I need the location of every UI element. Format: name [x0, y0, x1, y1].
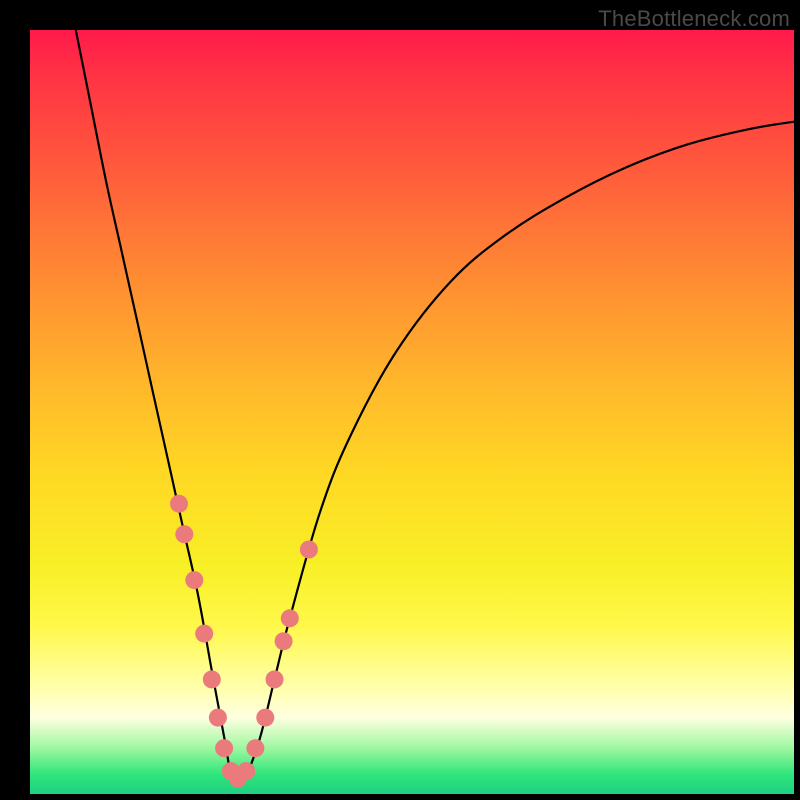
data-marker [246, 739, 264, 757]
data-marker [170, 495, 188, 513]
data-marker [275, 632, 293, 650]
data-marker [175, 525, 193, 543]
data-marker [256, 709, 274, 727]
plot-area [30, 30, 794, 794]
data-marker [203, 670, 221, 688]
data-marker [185, 571, 203, 589]
data-marker [281, 609, 299, 627]
chart-frame: TheBottleneck.com [0, 0, 800, 800]
chart-svg [30, 30, 794, 794]
data-marker [300, 541, 318, 559]
watermark-text: TheBottleneck.com [598, 6, 790, 32]
curve-markers [170, 495, 318, 788]
data-marker [215, 739, 233, 757]
bottleneck-curve [76, 30, 794, 784]
data-marker [266, 670, 284, 688]
data-marker [195, 625, 213, 643]
data-marker [237, 762, 255, 780]
data-marker [209, 709, 227, 727]
